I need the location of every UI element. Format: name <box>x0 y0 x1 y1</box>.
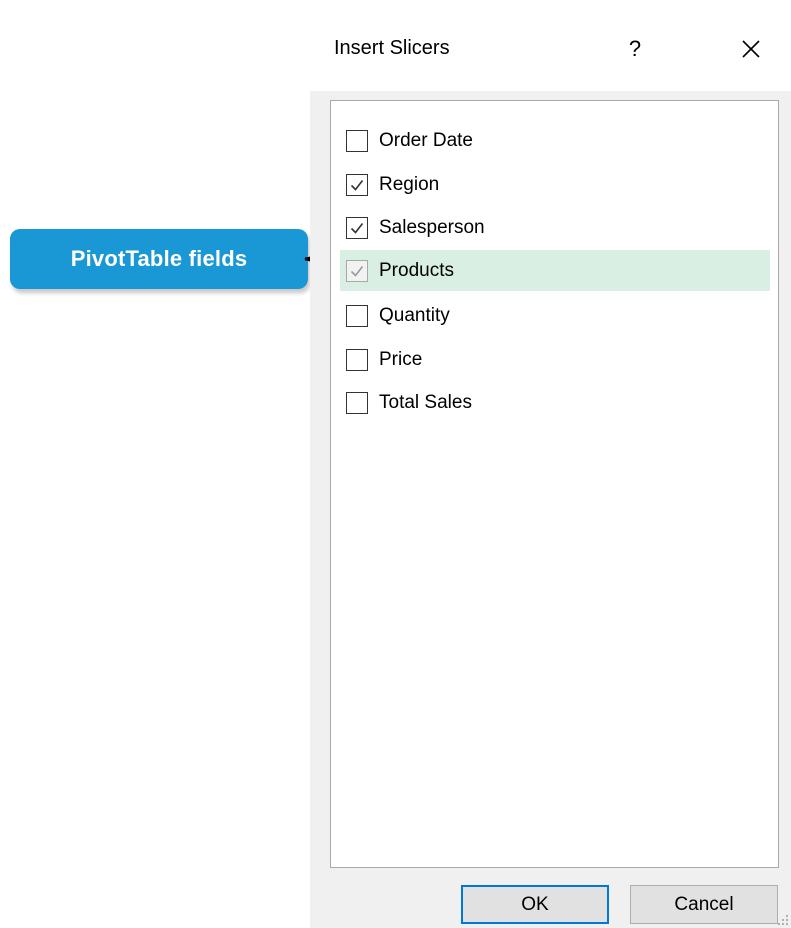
field-label: Region <box>379 173 440 195</box>
field-item-total-sales[interactable]: Total Sales <box>340 382 770 423</box>
field-item-quantity[interactable]: Quantity <box>340 295 770 336</box>
field-label: Order Date <box>379 129 473 151</box>
cancel-label: Cancel <box>674 893 734 915</box>
callout-label: PivotTable fields <box>70 246 248 271</box>
field-label: Salesperson <box>379 216 485 238</box>
pivottable-fields-callout: PivotTable fields <box>10 229 308 289</box>
field-item-price[interactable]: Price <box>340 339 770 380</box>
checkbox[interactable] <box>346 259 368 282</box>
field-label: Price <box>379 348 423 370</box>
dialog-title: Insert Slicers <box>334 37 450 59</box>
field-item-salesperson[interactable]: Salesperson <box>340 207 770 248</box>
checkmark-icon <box>350 222 364 234</box>
field-item-region[interactable]: Region <box>340 164 770 205</box>
ok-button[interactable]: OK <box>461 885 609 924</box>
checkmark-icon <box>350 179 364 191</box>
field-item-products[interactable]: Products <box>340 250 770 291</box>
help-icon[interactable]: ? <box>614 31 656 67</box>
checkbox[interactable] <box>346 348 368 371</box>
close-x-glyph <box>742 40 760 58</box>
resize-grip-icon[interactable] <box>777 914 789 926</box>
field-label: Products <box>379 259 454 281</box>
checkbox[interactable] <box>346 391 368 414</box>
dialog-titlebar: Insert Slicers ? <box>310 9 791 91</box>
field-list[interactable]: Order Date Region Salesperson Products Q… <box>330 100 779 868</box>
field-item-order-date[interactable]: Order Date <box>340 120 770 161</box>
checkmark-icon <box>350 265 364 277</box>
checkbox[interactable] <box>346 173 368 196</box>
ok-label: OK <box>521 893 549 915</box>
help-glyph: ? <box>628 36 642 61</box>
cancel-button[interactable]: Cancel <box>630 885 778 924</box>
checkbox[interactable] <box>346 216 368 239</box>
checkbox[interactable] <box>346 304 368 327</box>
field-label: Total Sales <box>379 391 472 413</box>
checkbox[interactable] <box>346 129 368 152</box>
close-icon[interactable] <box>730 31 772 67</box>
insert-slicers-dialog: Insert Slicers ? Order Date Region Sales… <box>310 9 791 928</box>
field-label: Quantity <box>379 304 450 326</box>
